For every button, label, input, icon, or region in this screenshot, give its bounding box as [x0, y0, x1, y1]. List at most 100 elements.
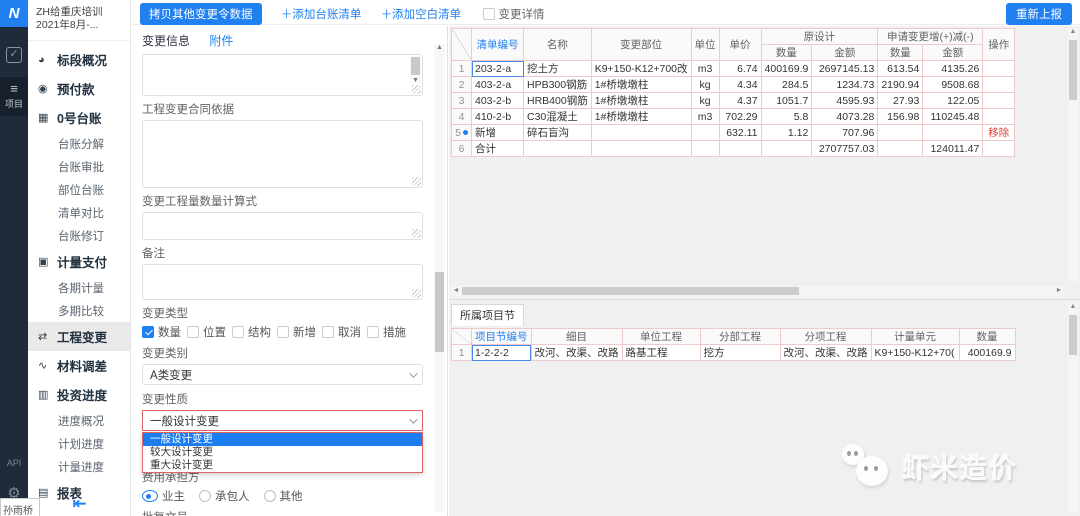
sidebar-item-part-ledger[interactable]: 部位台账	[28, 178, 130, 201]
resize-grip-icon[interactable]	[412, 289, 421, 298]
cell-price[interactable]: 4.34	[718, 76, 762, 93]
cell-node-no[interactable]: 1-2-2-2	[471, 344, 532, 361]
sidebar-item-engineering-change[interactable]: ⇄ 工程变更	[28, 322, 130, 351]
project-name[interactable]: ZH给重庆培训 2021年8月-...	[28, 0, 130, 41]
cost-bearer-contractor[interactable]: 承包人	[199, 488, 250, 504]
sidebar-item-invest-progress[interactable]: ▥ 投资进度	[28, 380, 130, 409]
cell-req-qty[interactable]	[877, 124, 924, 141]
app-logo[interactable]: N	[0, 0, 28, 27]
arrow-right-icon[interactable]: ►	[1054, 286, 1064, 296]
cell-list-no[interactable]: 403-2-a	[471, 76, 524, 93]
add-ledger-list-button[interactable]: ＋添加台账清单	[281, 6, 362, 22]
cell-unit[interactable]	[690, 124, 720, 141]
cell-part[interactable]: 1#桥墩墩柱	[590, 92, 692, 109]
arrow-up-icon[interactable]: ▲	[1068, 28, 1078, 35]
cell-req-qty[interactable]: 613.54	[877, 60, 924, 77]
tab-project-node[interactable]: 所属项目节	[451, 304, 524, 326]
scrollbar-thumb[interactable]	[1069, 315, 1077, 355]
quantity-formula-textarea[interactable]	[142, 212, 423, 240]
cell-orig-amount[interactable]: 707.96	[811, 124, 879, 141]
add-blank-list-button[interactable]: ＋添加空白清单	[381, 6, 462, 22]
scrollbar-thumb[interactable]	[462, 287, 800, 295]
cell-measure-unit[interactable]: K9+150-K12+70(	[870, 344, 960, 361]
change-category-select[interactable]: A类变更	[142, 364, 423, 385]
sidebar-item-period-measure[interactable]: 各期计量	[28, 276, 130, 299]
col-list-no[interactable]: 清单编号	[471, 28, 524, 61]
col-change-part[interactable]: 变更部位	[590, 28, 692, 61]
dropdown-option-general[interactable]: 一般设计变更	[143, 433, 422, 446]
arrow-up-icon[interactable]: ▲	[1068, 303, 1078, 310]
change-content-textarea[interactable]: ▼	[142, 54, 423, 96]
sidebar-item-measure-pay[interactable]: ▣ 计量支付	[28, 247, 130, 276]
cell-unit[interactable]: kg	[690, 92, 720, 109]
vertical-scrollbar[interactable]: ▲	[1068, 303, 1078, 513]
col-node-no[interactable]: 项目节编号	[471, 328, 532, 345]
arrow-left-icon[interactable]: ◄	[451, 286, 461, 296]
arrow-down-icon[interactable]: ▼	[410, 77, 421, 84]
api-label[interactable]: API	[0, 458, 28, 468]
table-row[interactable]: 1 203-2-a 挖土方 K9+150-K12+700改 m3 6.74 40…	[451, 60, 1016, 77]
cell-orig-qty[interactable]: 1.12	[760, 124, 813, 141]
cell-req-amount[interactable]: 110245.48	[922, 108, 984, 125]
cell-orig-amount[interactable]: 1234.73	[811, 76, 879, 93]
cell-req-qty[interactable]: 2190.94	[877, 76, 924, 93]
cell-orig-qty[interactable]: 1051.7	[760, 92, 813, 109]
contract-basis-textarea[interactable]	[142, 120, 423, 188]
cell-name[interactable]: HRB400钢筋	[523, 92, 592, 109]
cell-part[interactable]: 1#桥墩墩柱	[590, 76, 692, 93]
col-req-qty[interactable]: 数量	[877, 44, 924, 61]
cost-bearer-other[interactable]: 其他	[263, 488, 303, 504]
change-type-measure[interactable]: 措施	[367, 324, 406, 340]
cell-quantity[interactable]: 400169.9	[958, 344, 1016, 361]
cell-part[interactable]	[590, 124, 692, 141]
col-unit[interactable]: 单位	[690, 28, 720, 61]
table-row[interactable]: 2 403-2-a HPB300钢筋 1#桥墩墩柱 kg 4.34 284.5 …	[451, 76, 1016, 93]
change-nature-select[interactable]: 一般设计变更	[142, 410, 423, 431]
cell-req-amount[interactable]: 9508.68	[922, 76, 984, 93]
cost-bearer-owner[interactable]: 业主	[142, 488, 185, 504]
cell-price[interactable]: 4.37	[718, 92, 762, 109]
sidebar-item-ledger-breakdown[interactable]: 台账分解	[28, 132, 130, 155]
cell-unit[interactable]: m3	[690, 108, 720, 125]
arrow-up-icon[interactable]: ▲	[434, 44, 445, 51]
table-row[interactable]: 1 1-2-2-2 改河、改渠、改路 路基工程 挖方 改河、改渠、改路 K9+1…	[451, 344, 1016, 361]
sidebar-item-plan-progress[interactable]: 计划进度	[28, 432, 130, 455]
cell-detail[interactable]: 改河、改渠、改路	[530, 344, 623, 361]
remark-textarea[interactable]	[142, 264, 423, 300]
table-row-new[interactable]: 5 新增 碎石盲沟 632.11 1.12 707.96 移除	[451, 124, 1016, 141]
resubmit-button[interactable]: 重新上报	[1006, 3, 1072, 25]
cell-orig-amount[interactable]: 4073.28	[811, 108, 879, 125]
col-measure-unit[interactable]: 计量单元	[870, 328, 960, 345]
cell-orig-amount[interactable]: 4595.93	[811, 92, 879, 109]
col-division-project[interactable]: 分部工程	[699, 328, 781, 345]
cell-req-amount[interactable]	[922, 124, 984, 141]
cell-name[interactable]: HPB300钢筋	[523, 76, 592, 93]
cell-part[interactable]: K9+150-K12+700改	[590, 60, 692, 77]
cell-unit[interactable]: kg	[690, 76, 720, 93]
cell-unit[interactable]: m3	[690, 60, 720, 77]
scrollbar-thumb[interactable]	[435, 272, 444, 352]
col-price[interactable]: 单价	[718, 28, 762, 61]
cell-orig-amount[interactable]: 2697145.13	[811, 60, 879, 77]
rail-nav-project[interactable]: ≡ 项目	[0, 77, 28, 116]
cell-list-no[interactable]: 410-2-b	[471, 108, 524, 125]
cell-req-amount[interactable]: 122.05	[922, 92, 984, 109]
cell-list-no[interactable]: 新增	[471, 124, 524, 141]
cell-division-project[interactable]: 挖方	[699, 344, 781, 361]
change-type-structure[interactable]: 结构	[232, 324, 271, 340]
cell-orig-qty[interactable]: 284.5	[760, 76, 813, 93]
sidebar-item-material-adjust[interactable]: ∿ 材料调差	[28, 351, 130, 380]
cell-name[interactable]: 挖土方	[523, 60, 592, 77]
tab-change-info[interactable]: 变更信息	[142, 34, 190, 48]
table-row[interactable]: 3 403-2-b HRB400钢筋 1#桥墩墩柱 kg 4.37 1051.7…	[451, 92, 1016, 109]
remove-link[interactable]: 移除	[982, 124, 1016, 141]
dropdown-option-major[interactable]: 重大设计变更	[143, 459, 422, 472]
change-type-position[interactable]: 位置	[187, 324, 226, 340]
horizontal-scrollbar[interactable]: ◄ ►	[451, 286, 1064, 296]
resize-grip-icon[interactable]	[412, 85, 421, 94]
tab-attachment[interactable]: 附件	[209, 34, 233, 48]
sidebar-item-ledger-revision[interactable]: 台账修订	[28, 224, 130, 247]
sidebar-item-advance-payment[interactable]: ◉ 预付款	[28, 74, 130, 103]
sidebar-item-multi-period-compare[interactable]: 多期比较	[28, 299, 130, 322]
col-unit-project[interactable]: 单位工程	[621, 328, 701, 345]
